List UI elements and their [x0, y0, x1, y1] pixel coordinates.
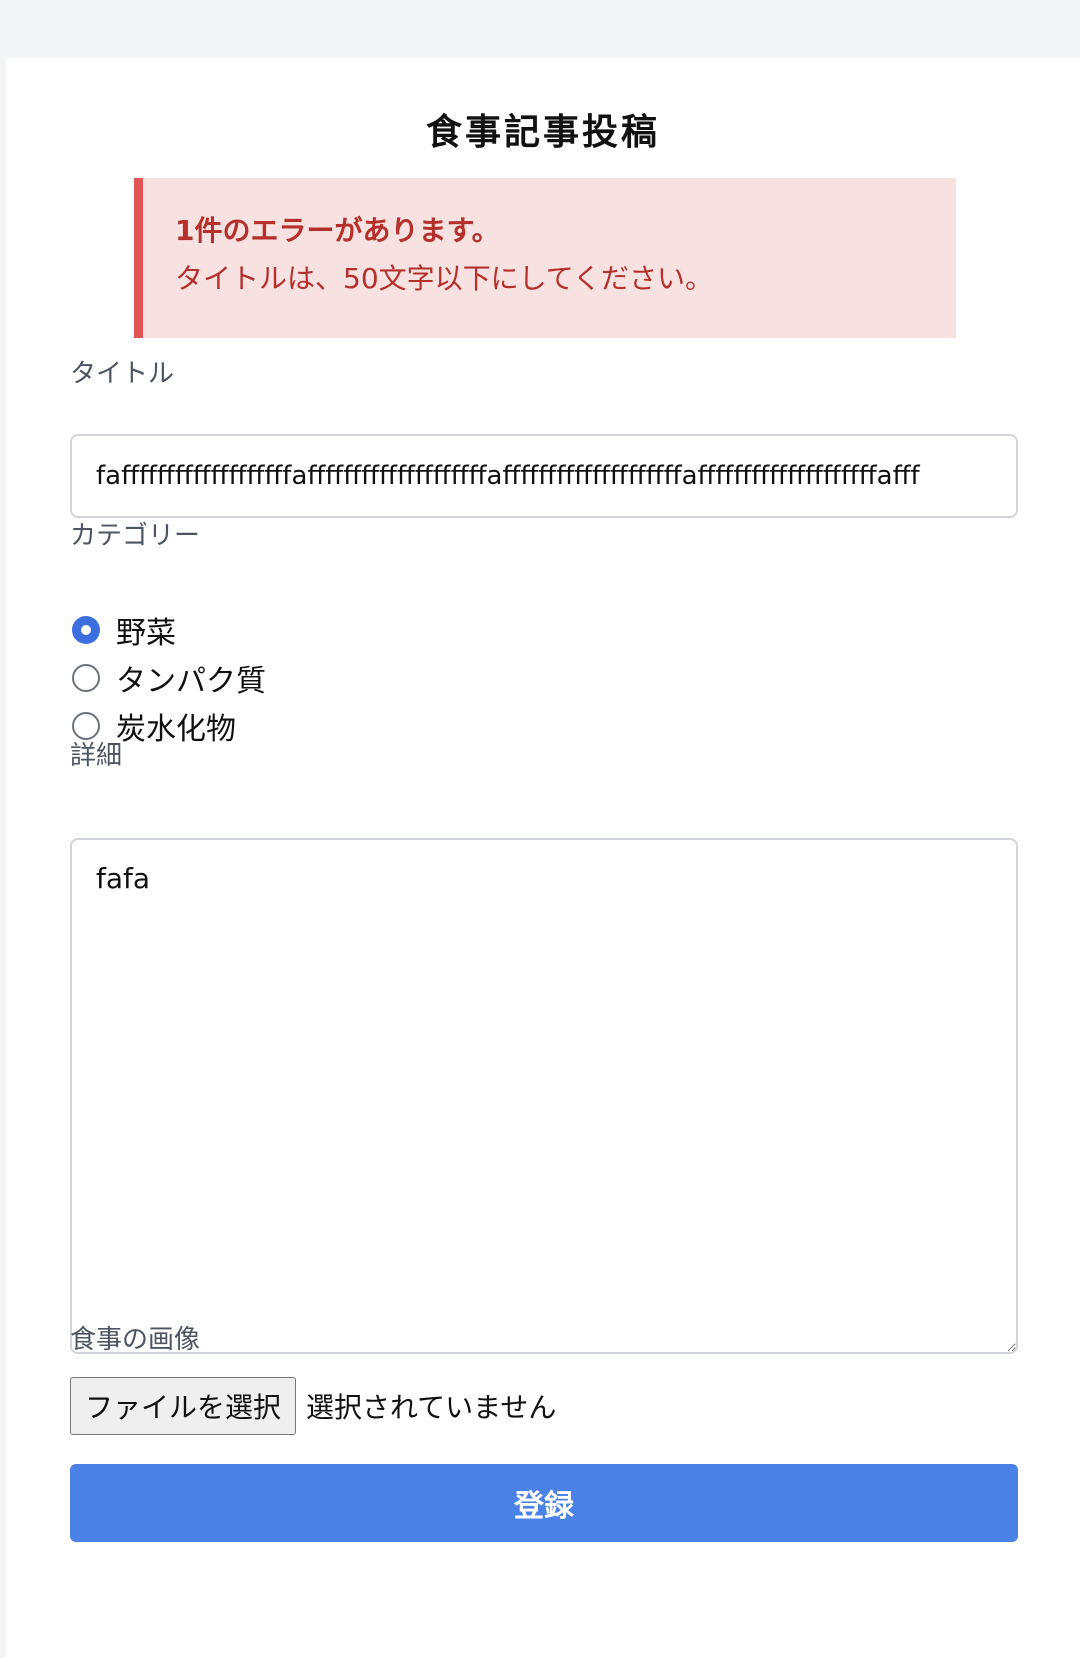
title-input[interactable] — [70, 434, 1018, 518]
category-option-label: 野菜 — [116, 616, 176, 651]
image-label: 食事の画像 — [70, 1325, 201, 1355]
category-radio-group: 野菜 タンパク質 炭水化物 — [70, 606, 266, 750]
submit-button[interactable]: 登録 — [70, 1464, 1018, 1542]
page-title: 食事記事投稿 — [425, 112, 660, 153]
category-option-vegetable[interactable]: 野菜 — [70, 606, 266, 654]
category-option-label: 炭水化物 — [116, 712, 236, 747]
error-alert-message: タイトルは、50文字以下にしてください。 — [175, 262, 713, 295]
category-label: カテゴリー — [70, 521, 201, 551]
details-textarea[interactable]: fafa — [70, 838, 1018, 1354]
radio-button[interactable] — [72, 712, 100, 740]
radio-button-checked[interactable] — [72, 616, 100, 644]
category-option-protein[interactable]: タンパク質 — [70, 654, 266, 702]
title-label: タイトル — [70, 359, 175, 389]
error-alert: 1件のエラーがあります。 タイトルは、50文字以下にしてください。 — [134, 178, 956, 338]
file-input: ファイルを選択 選択されていません — [70, 1376, 556, 1436]
error-alert-heading: 1件のエラーがあります。 — [175, 214, 500, 247]
radio-button[interactable] — [72, 664, 100, 692]
post-form-card: 食事記事投稿 1件のエラーがあります。 タイトルは、50文字以下にしてください。… — [6, 58, 1080, 1658]
details-label: 詳細 — [70, 741, 123, 771]
file-status-text: 選択されていません — [306, 1391, 557, 1424]
choose-file-button[interactable]: ファイルを選択 — [70, 1377, 297, 1435]
category-option-label: タンパク質 — [116, 664, 266, 699]
